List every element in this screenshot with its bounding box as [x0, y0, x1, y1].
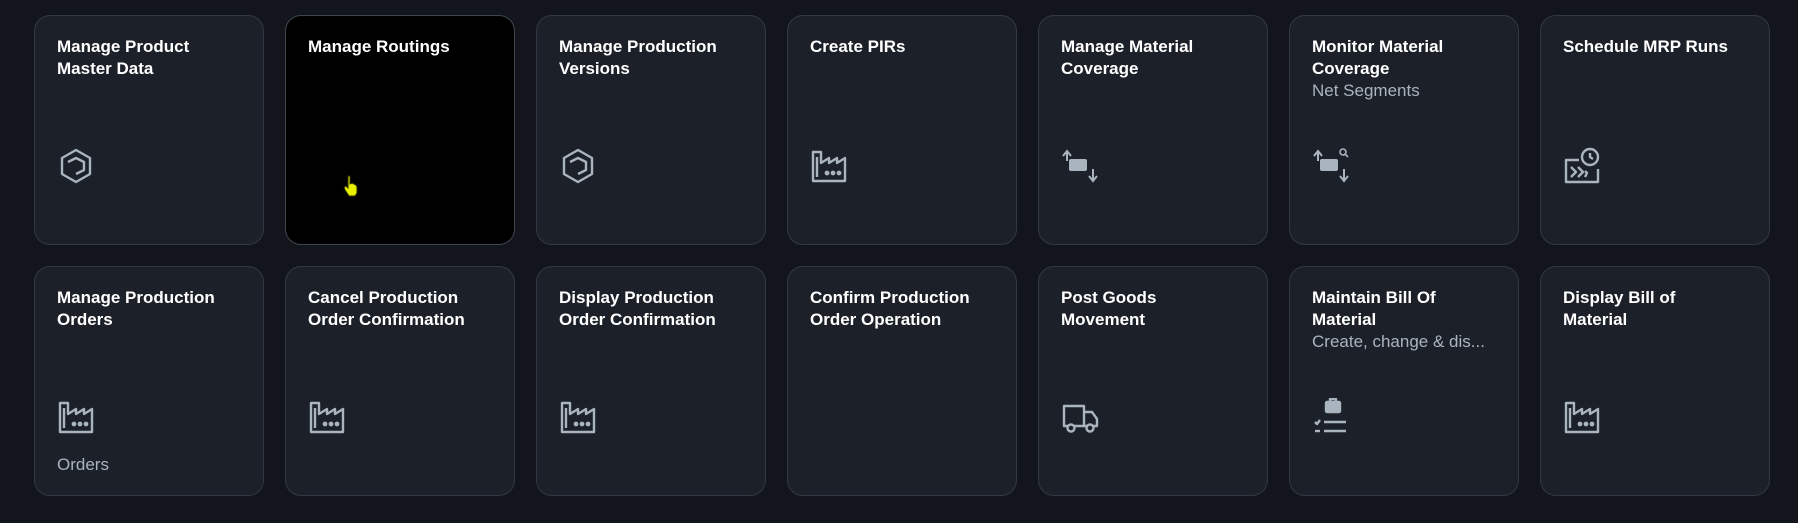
tile-title: Monitor Material Coverage: [1312, 37, 1444, 78]
bill-of-material-icon: [1312, 398, 1350, 436]
hand-pointer-cursor-icon: [343, 175, 359, 197]
tile-title: Manage Routings: [308, 37, 450, 56]
factory-icon: [57, 398, 95, 436]
factory-icon: [810, 147, 848, 185]
truck-icon: [1061, 398, 1099, 436]
tile-title: Manage Product Master Data: [57, 37, 190, 78]
tile-title: Manage Production Versions: [559, 37, 717, 78]
material-coverage-icon: [1061, 147, 1099, 185]
tile-post-goods-movement[interactable]: Post Goods Movement: [1038, 266, 1268, 496]
tile-title: Maintain Bill Of Material: [1312, 288, 1436, 329]
tile-manage-production-orders[interactable]: Manage Production Orders Orders: [34, 266, 264, 496]
mrp-schedule-icon: [1563, 147, 1601, 185]
tile-title: Manage Production Orders: [57, 288, 215, 329]
tile-title: Confirm Production Order Operation: [810, 288, 970, 329]
tile-footer: Orders: [57, 455, 109, 474]
tile-cancel-production-order-confirmation[interactable]: Cancel Production Order Confirmation: [285, 266, 515, 496]
tile-create-pirs[interactable]: Create PIRs: [787, 15, 1017, 245]
factory-icon: [1563, 398, 1601, 436]
material-coverage-search-icon: [1312, 147, 1350, 185]
tile-manage-routings[interactable]: Manage Routings: [285, 15, 515, 245]
tile-title: Manage Material Coverage: [1061, 37, 1194, 78]
tile-display-production-order-confirmation[interactable]: Display Production Order Confirmation: [536, 266, 766, 496]
tile-title: Create PIRs: [810, 37, 906, 56]
tile-title: Cancel Production Order Confirmation: [308, 288, 465, 329]
tile-schedule-mrp-runs[interactable]: Schedule MRP Runs: [1540, 15, 1770, 245]
tile-subtitle: Net Segments: [1312, 81, 1420, 100]
tile-title: Display Production Order Confirmation: [559, 288, 716, 329]
tile-display-bill-of-material[interactable]: Display Bill of Material: [1540, 266, 1770, 496]
tile-maintain-bill-of-material[interactable]: Maintain Bill Of Material Create, change…: [1289, 266, 1519, 496]
tile-title: Display Bill of Material: [1563, 288, 1676, 329]
tile-manage-material-coverage[interactable]: Manage Material Coverage: [1038, 15, 1268, 245]
product-hexagon-icon: [559, 147, 597, 185]
tile-monitor-material-coverage[interactable]: Monitor Material Coverage Net Segments: [1289, 15, 1519, 245]
tile-manage-production-versions[interactable]: Manage Production Versions: [536, 15, 766, 245]
tile-confirm-production-order-operation[interactable]: Confirm Production Order Operation: [787, 266, 1017, 496]
tile-manage-product-master-data[interactable]: Manage Product Master Data: [34, 15, 264, 245]
tile-title: Post Goods Movement: [1061, 288, 1157, 329]
factory-icon: [308, 398, 346, 436]
factory-icon: [559, 398, 597, 436]
tile-subtitle: Create, change & dis...: [1312, 332, 1485, 351]
app-tile-grid: Manage Product Master Data Manage Routin…: [34, 15, 1770, 496]
product-hexagon-icon: [57, 147, 95, 185]
tile-title: Schedule MRP Runs: [1563, 37, 1728, 56]
